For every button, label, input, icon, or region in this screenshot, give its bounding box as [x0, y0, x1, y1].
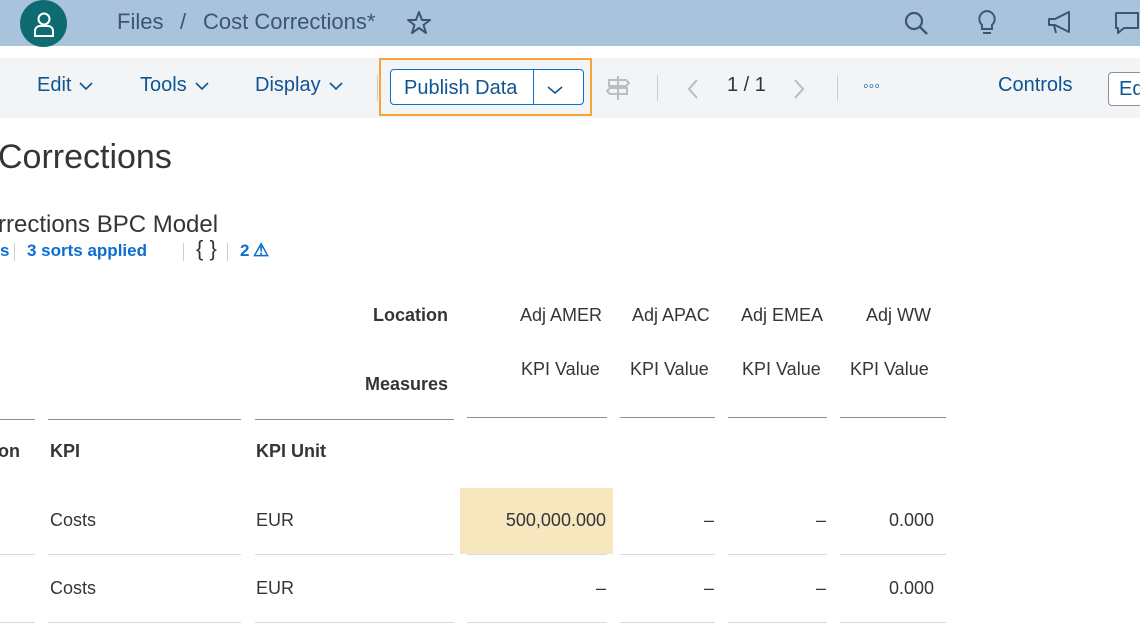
row-divider [0, 622, 35, 623]
row-divider [620, 622, 715, 623]
user-icon [33, 12, 54, 37]
meta-divider [14, 243, 15, 261]
measure-header-kpi-value: KPI Value [630, 359, 709, 379]
publish-data-focus-outline: Publish Data [379, 58, 592, 116]
header-underline [620, 417, 715, 418]
header-underline [728, 417, 827, 418]
row-divider [840, 554, 946, 555]
chevron-down-icon [329, 81, 343, 90]
breadcrumb-files[interactable]: Files [117, 9, 163, 35]
chevron-down-icon [79, 81, 94, 90]
tools-menu-label: Tools [140, 74, 187, 96]
display-menu-label: Display [255, 74, 321, 96]
row-kpi-cell[interactable]: Costs [50, 578, 96, 599]
row-unit-cell[interactable]: EUR [256, 510, 294, 531]
row-unit-cell[interactable]: EUR [256, 578, 294, 599]
toolbar-divider [377, 75, 378, 101]
value-cell-ww[interactable]: 0.000 [840, 578, 934, 599]
publish-data-label: Publish Data [404, 77, 518, 99]
shell-bar: Files / Cost Corrections* [0, 0, 1140, 47]
header-underline [0, 419, 35, 420]
page-indicator: 1 / 1 [727, 74, 766, 96]
search-icon[interactable] [901, 8, 931, 38]
measures-header: Measures [365, 374, 449, 394]
row-header-kpi: KPI [50, 441, 81, 461]
chevron-down-icon [547, 86, 563, 95]
next-page-button[interactable] [792, 78, 806, 105]
value-cell-apac[interactable]: – [620, 510, 714, 531]
edit-menu[interactable]: Edit [37, 74, 94, 97]
meta-divider [227, 243, 228, 261]
split-divider [533, 70, 534, 104]
publish-dropdown-arrow[interactable] [547, 82, 563, 100]
chevron-left-icon [687, 79, 698, 99]
value-cell-amer[interactable]: – [460, 578, 606, 599]
toolbar-divider [657, 75, 658, 101]
toolbar-divider [837, 75, 838, 101]
chevron-right-icon [794, 79, 805, 99]
measure-header-kpi-value: KPI Value [850, 359, 929, 379]
row-header-fragment: on [0, 441, 20, 461]
value-cell-ww[interactable]: 0.000 [840, 510, 934, 531]
display-menu[interactable]: Display [255, 74, 343, 97]
column-header-adj-emea[interactable]: Adj EMEA [741, 305, 823, 326]
sorts-applied-link[interactable]: 3 sorts applied [27, 241, 147, 261]
megaphone-icon[interactable] [1045, 8, 1075, 38]
row-divider [0, 554, 35, 555]
more-icon[interactable]: ◦◦◦ [863, 78, 880, 96]
row-divider [255, 554, 454, 555]
row-divider [48, 554, 241, 555]
breadcrumb-separator: / [180, 9, 187, 34]
chevron-down-icon [195, 81, 209, 90]
row-divider [728, 554, 827, 555]
lightbulb-icon[interactable] [972, 8, 1002, 38]
header-underline [467, 417, 607, 418]
edit-menu-label: Edit [37, 74, 72, 96]
value-cell-amer[interactable]: 500,000.000 [460, 510, 606, 531]
value-cell-apac[interactable]: – [620, 578, 714, 599]
publish-data-button[interactable]: Publish Data [390, 69, 584, 105]
file-title: Cost Corrections* [203, 9, 376, 34]
value-cell-emea[interactable]: – [728, 578, 826, 599]
measure-header-kpi-value: KPI Value [742, 359, 821, 379]
column-header-adj-amer[interactable]: Adj AMER [520, 305, 602, 326]
row-divider [840, 622, 946, 623]
previous-page-button[interactable] [686, 78, 700, 105]
table-title: rrections BPC Model [0, 211, 219, 238]
column-header-adj-ww[interactable]: Adj WW [866, 305, 931, 326]
warnings-count[interactable]: 2 [240, 241, 249, 261]
meta-divider [183, 243, 184, 261]
row-divider [48, 622, 241, 623]
controls-button[interactable]: Controls [998, 74, 1072, 97]
row-divider [728, 622, 827, 623]
row-divider [467, 622, 607, 623]
user-avatar[interactable] [20, 0, 67, 47]
star-icon[interactable] [404, 8, 434, 38]
header-underline [48, 419, 241, 420]
header-underline [255, 419, 454, 420]
formula-icon[interactable]: { } [196, 236, 217, 262]
edit-mode-label: Edit [1119, 78, 1140, 100]
row-kpi-cell[interactable]: Costs [50, 510, 96, 531]
value-cell-emea[interactable]: – [728, 510, 826, 531]
filters-link[interactable]: s [0, 241, 9, 261]
row-divider [620, 554, 715, 555]
row-header-kpi-unit: KPI Unit [256, 441, 326, 461]
row-divider [255, 622, 454, 623]
row-divider [467, 554, 607, 555]
header-underline [840, 417, 946, 418]
location-header: Location [373, 305, 448, 325]
tools-menu[interactable]: Tools [140, 74, 209, 97]
signpost-icon[interactable] [605, 74, 631, 102]
edit-mode-button[interactable]: Edit [1108, 72, 1140, 106]
warning-icon[interactable]: ⚠ [253, 240, 269, 261]
measure-header-kpi-value: KPI Value [521, 359, 600, 379]
column-header-adj-apac[interactable]: Adj APAC [632, 305, 710, 326]
chat-icon[interactable] [1112, 8, 1140, 38]
story-title: Corrections [0, 138, 172, 176]
